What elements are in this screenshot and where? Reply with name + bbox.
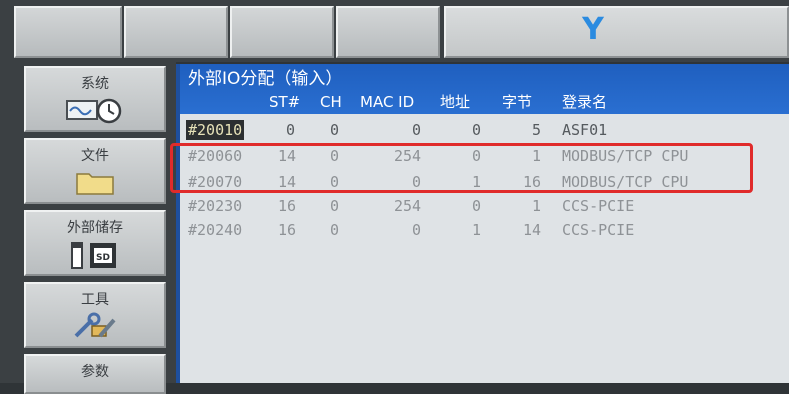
menu-tools-label: 工具 [81, 292, 109, 308]
menu-tools-button[interactable]: 工具 [24, 282, 166, 348]
row-ch: 0 [330, 121, 340, 139]
row-mac-id: 0 [412, 121, 422, 139]
row-address: 1 [472, 221, 482, 239]
table-row[interactable]: #20010 0 0 0 0 5 ASF01 [180, 118, 789, 142]
row-id-selected[interactable]: #20010 [186, 120, 245, 140]
row-st: 16 [278, 197, 297, 215]
row-ch: 0 [330, 221, 340, 239]
menu-parameter-button[interactable]: 参数 [24, 354, 166, 394]
row-bytes: 1 [532, 197, 542, 215]
highlight-box [170, 143, 753, 193]
column-header-name: 登录名 [562, 93, 608, 111]
row-address: 0 [472, 197, 482, 215]
row-address: 0 [472, 121, 482, 139]
row-mac-id: 254 [394, 197, 422, 215]
svg-text:SD: SD [96, 253, 110, 263]
menu-system-button[interactable]: 系统 [24, 66, 166, 132]
row-id: #20230 [188, 197, 243, 215]
folder-icon [75, 168, 115, 200]
page-title: 外部IO分配（输入） [188, 69, 343, 89]
io-assignment-panel: 外部IO分配（输入） ST# CH MAC ID 地址 字节 登录名 #2001… [176, 64, 789, 383]
table-row[interactable]: #20240 16 0 0 1 14 CCS-PCIE [180, 218, 789, 242]
column-header-mac-id: MAC ID [360, 93, 415, 111]
row-st: 0 [286, 121, 296, 139]
menu-external-storage-button[interactable]: 外部储存 SD [24, 210, 166, 276]
row-bytes: 5 [532, 121, 542, 139]
row-name: CCS-PCIE [562, 197, 635, 215]
row-mac-id: 0 [412, 221, 422, 239]
menu-file-label: 文件 [81, 148, 109, 164]
sd-card-icon: SD [70, 240, 120, 274]
status-panel [444, 6, 789, 58]
top-soft-key-2[interactable] [124, 6, 228, 58]
row-ch: 0 [330, 197, 340, 215]
axis-indicator: Y [582, 12, 604, 47]
top-soft-key-4[interactable] [336, 6, 440, 58]
top-button-bar: Y [0, 0, 789, 62]
top-soft-key-1[interactable] [14, 6, 122, 58]
column-header-address: 地址 [440, 93, 471, 111]
menu-system-label: 系统 [81, 76, 109, 92]
row-bytes: 14 [523, 221, 542, 239]
menu-external-storage-label: 外部储存 [67, 220, 123, 236]
column-header-ch: CH [320, 93, 342, 111]
panel-header: 外部IO分配（输入） ST# CH MAC ID 地址 字节 登录名 [180, 64, 789, 114]
top-soft-key-3[interactable] [230, 6, 334, 58]
row-name: CCS-PCIE [562, 221, 635, 239]
column-header-st: ST# [269, 93, 301, 111]
row-name: ASF01 [562, 121, 608, 139]
row-id: #20240 [188, 221, 243, 239]
menu-file-button[interactable]: 文件 [24, 138, 166, 204]
row-st: 16 [278, 221, 297, 239]
table-row[interactable]: #20230 16 0 254 0 1 CCS-PCIE [180, 194, 789, 218]
column-header-bytes: 字节 [502, 93, 533, 111]
tools-icon [70, 312, 120, 344]
menu-parameter-label: 参数 [81, 364, 109, 380]
side-menu: 系统 文件 外部储存 SD 工具 参数 [0, 62, 176, 394]
system-clock-icon [65, 96, 125, 128]
